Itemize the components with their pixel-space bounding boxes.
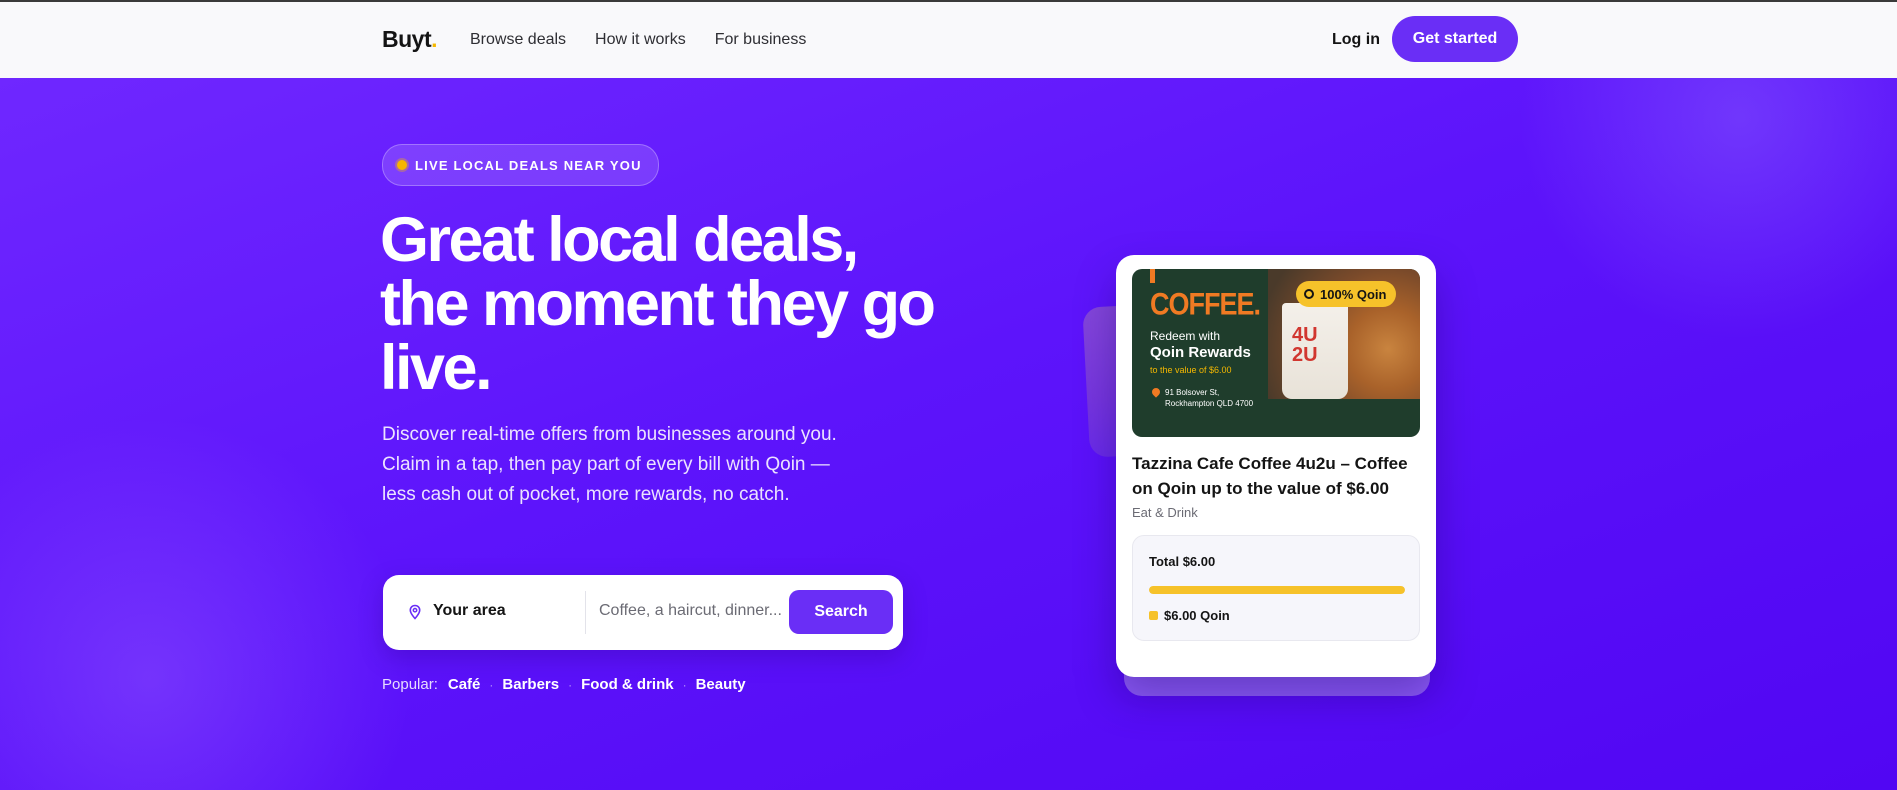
deal-title[interactable]: Tazzina Cafe Coffee 4u2u – Coffee on Qoi… xyxy=(1132,451,1424,501)
payment-breakdown: Total $6.00 $6.00 Qoin xyxy=(1132,535,1420,641)
popular-tags: Popular: Café · Barbers · Food & drink ·… xyxy=(382,676,746,693)
deal-image-redeem: Redeem with xyxy=(1150,329,1221,343)
qoin-percent-badge: 100% Qoin xyxy=(1296,281,1397,307)
nav-how-it-works[interactable]: How it works xyxy=(595,31,686,49)
qoin-amount: $6.00 Qoin xyxy=(1164,608,1230,623)
qoin-percent-label: 100% Qoin xyxy=(1320,286,1387,302)
tag-separator: · xyxy=(568,677,573,692)
address-pin-icon xyxy=(1150,386,1162,398)
qoin-legend-swatch xyxy=(1149,611,1158,620)
nav-browse-deals[interactable]: Browse deals xyxy=(470,31,566,49)
hero-section: LIVE LOCAL DEALS NEAR YOU Great local de… xyxy=(0,78,1897,790)
logo-text: Buyt xyxy=(382,26,432,52)
live-dot-icon xyxy=(397,160,407,170)
deal-search-bar: Your area Coffee, a haircut, dinner... S… xyxy=(383,575,903,650)
brand-mark xyxy=(1150,269,1155,283)
popular-tag-food-drink[interactable]: Food & drink xyxy=(581,676,674,693)
hero-subtitle: Discover real-time offers from businesse… xyxy=(382,424,837,505)
address-line-2: Rockhampton QLD 4700 xyxy=(1165,399,1254,408)
live-deals-pill: LIVE LOCAL DEALS NEAR YOU xyxy=(382,144,659,186)
deal-card[interactable]: COFFEE. Redeem with Qoin Rewards to the … xyxy=(1116,255,1436,677)
popular-tag-cafe[interactable]: Café xyxy=(448,676,481,693)
cup-print: 4U 2U xyxy=(1292,324,1318,366)
deal-category: Eat & Drink xyxy=(1132,505,1198,520)
get-started-button[interactable]: Get started xyxy=(1392,16,1518,62)
popular-label: Popular: xyxy=(382,676,438,693)
hero-headline: Great local deals, the moment they go li… xyxy=(380,205,936,403)
deal-image-brand: COFFEE. xyxy=(1150,286,1261,322)
area-selector[interactable]: Your area xyxy=(433,602,506,620)
popular-tag-beauty[interactable]: Beauty xyxy=(696,676,746,693)
nav-for-business[interactable]: For business xyxy=(715,31,807,49)
tag-separator: · xyxy=(489,677,494,692)
address-line-1: 91 Bolsover St, xyxy=(1165,388,1220,397)
tag-separator: · xyxy=(682,677,687,692)
search-button[interactable]: Search xyxy=(789,590,893,634)
location-pin-icon xyxy=(409,604,421,620)
main-nav: Browse deals How it works For business xyxy=(470,31,835,49)
live-deals-label: LIVE LOCAL DEALS NEAR YOU xyxy=(415,157,642,173)
deal-image-address: 91 Bolsover St, Rockhampton QLD 4700 xyxy=(1165,387,1253,409)
deal-image-value: to the value of $6.00 xyxy=(1150,365,1232,375)
qoin-progress-fill xyxy=(1149,586,1405,594)
search-divider xyxy=(585,591,586,634)
logo[interactable]: Buyt. xyxy=(382,26,438,53)
login-link[interactable]: Log in xyxy=(1332,31,1380,49)
qoin-coin-icon xyxy=(1304,289,1314,299)
logo-dot: . xyxy=(431,26,438,52)
deal-image-rewards: Qoin Rewards xyxy=(1150,344,1251,361)
deal-image: COFFEE. Redeem with Qoin Rewards to the … xyxy=(1132,269,1420,437)
popular-tag-barbers[interactable]: Barbers xyxy=(502,676,559,693)
coffee-cup-image: 4U 2U xyxy=(1282,303,1348,399)
search-input[interactable]: Coffee, a haircut, dinner... xyxy=(599,602,782,620)
qoin-progress-bar xyxy=(1149,586,1405,594)
deal-total: Total $6.00 xyxy=(1149,554,1216,569)
site-header: Buyt. Browse deals How it works For busi… xyxy=(0,2,1897,78)
